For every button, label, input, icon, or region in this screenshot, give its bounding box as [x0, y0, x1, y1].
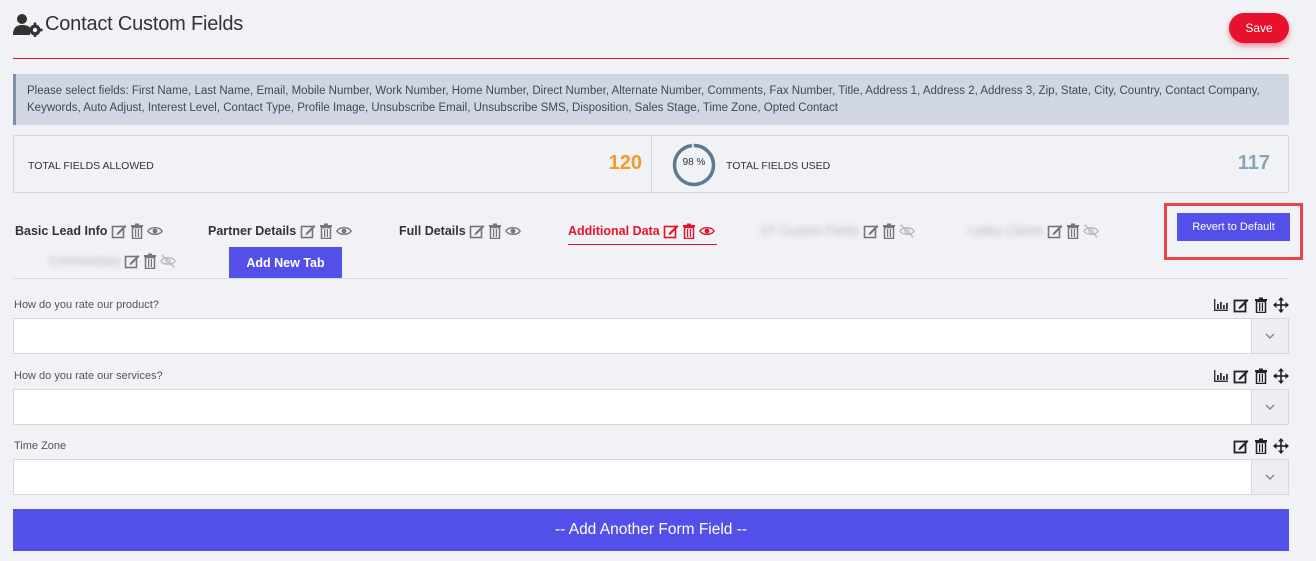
fields-allowed-label: TOTAL FIELDS ALLOWED — [28, 160, 154, 172]
field-label: How do you rate our product? — [14, 299, 159, 311]
tab-label: Commentary — [49, 254, 121, 268]
trash-icon[interactable] — [487, 223, 504, 240]
trash-icon[interactable] — [128, 223, 145, 240]
move-icon[interactable] — [1272, 367, 1289, 384]
edit-icon[interactable] — [299, 223, 316, 240]
usage-percent: 98 % — [682, 157, 706, 168]
page-header: Contact Custom Fields Save — [0, 0, 1316, 60]
field-label: How do you rate our services? — [14, 370, 163, 382]
tab-hidden-3[interactable]: Commentary — [49, 249, 178, 273]
chevron-down-icon[interactable] — [1251, 390, 1288, 424]
tab-full-details[interactable]: Full Details — [399, 219, 523, 243]
user-settings-icon — [13, 13, 43, 38]
edit-icon[interactable] — [1232, 437, 1249, 454]
field-selection-notice: Please select fields: First Name, Last N… — [13, 74, 1289, 125]
field-tools — [1212, 367, 1289, 384]
edit-icon[interactable] — [110, 223, 127, 240]
add-form-field-button[interactable]: -- Add Another Form Field -- — [13, 509, 1289, 551]
tab-hidden-2[interactable]: Lobby Clients — [968, 219, 1101, 243]
bar-chart-icon[interactable] — [1212, 367, 1229, 384]
save-button[interactable]: Save — [1229, 13, 1289, 43]
tab-label: Full Details — [399, 224, 466, 238]
chevron-down-icon[interactable] — [1251, 460, 1288, 494]
eye-slash-icon[interactable] — [160, 253, 177, 270]
chevron-down-icon[interactable] — [1251, 319, 1288, 353]
eye-icon[interactable] — [146, 223, 163, 240]
tab-label: Partner Details — [208, 224, 297, 238]
tab-label: ST Custom Fields — [760, 224, 860, 238]
eye-slash-icon[interactable] — [1083, 223, 1100, 240]
fields-used-stat: 98 % TOTAL FIELDS USED 117 — [652, 136, 1288, 192]
fields-stats-panel: TOTAL FIELDS ALLOWED 120 98 % TOTAL FIEL… — [13, 135, 1289, 193]
trash-icon[interactable] — [1065, 223, 1082, 240]
trash-icon[interactable] — [142, 253, 159, 270]
eye-icon[interactable] — [505, 223, 522, 240]
field-label: Time Zone — [14, 440, 67, 452]
edit-icon[interactable] — [1232, 296, 1249, 313]
tab-basic-lead-info[interactable]: Basic Lead Info — [15, 219, 164, 243]
edit-icon[interactable] — [469, 223, 486, 240]
field-select[interactable] — [13, 389, 1289, 425]
trash-icon[interactable] — [880, 223, 897, 240]
field-tools — [1212, 296, 1289, 313]
field-select[interactable] — [13, 459, 1289, 495]
edit-icon[interactable] — [663, 222, 680, 239]
tab-label: Additional Data — [568, 223, 660, 238]
fields-allowed-value: 120 — [608, 152, 642, 174]
tab-hidden-1[interactable]: ST Custom Fields — [760, 219, 916, 243]
bar-chart-icon[interactable] — [1212, 296, 1229, 313]
eye-icon[interactable] — [699, 222, 716, 239]
trash-icon[interactable] — [1252, 437, 1269, 454]
trash-icon[interactable] — [681, 222, 698, 239]
fields-used-label: TOTAL FIELDS USED — [726, 160, 831, 172]
eye-slash-icon[interactable] — [898, 223, 915, 240]
eye-icon[interactable] — [335, 223, 352, 240]
page-title: Contact Custom Fields — [45, 13, 244, 35]
tabs-bar: Basic Lead Info Partner Details Full Det… — [13, 203, 1303, 279]
revert-to-default-button[interactable]: Revert to Default — [1177, 213, 1290, 241]
tab-label: Basic Lead Info — [15, 224, 108, 238]
edit-icon[interactable] — [124, 253, 141, 270]
fields-allowed-stat: TOTAL FIELDS ALLOWED 120 — [14, 136, 652, 192]
tabs-divider — [13, 278, 1289, 279]
tab-label: Lobby Clients — [968, 224, 1044, 238]
fields-used-value: 117 — [1237, 152, 1270, 174]
edit-icon[interactable] — [862, 223, 879, 240]
edit-icon[interactable] — [1232, 367, 1249, 384]
edit-icon[interactable] — [1047, 223, 1064, 240]
trash-icon[interactable] — [1252, 296, 1269, 313]
tab-partner-details[interactable]: Partner Details — [208, 219, 353, 243]
tab-additional-data[interactable]: Additional Data — [568, 219, 717, 245]
move-icon[interactable] — [1272, 437, 1289, 454]
trash-icon[interactable] — [1252, 367, 1269, 384]
trash-icon[interactable] — [317, 223, 334, 240]
header-divider — [13, 58, 1289, 59]
field-select[interactable] — [13, 318, 1289, 354]
add-new-tab-button[interactable]: Add New Tab — [229, 247, 342, 279]
move-icon[interactable] — [1272, 296, 1289, 313]
field-tools — [1232, 437, 1289, 454]
